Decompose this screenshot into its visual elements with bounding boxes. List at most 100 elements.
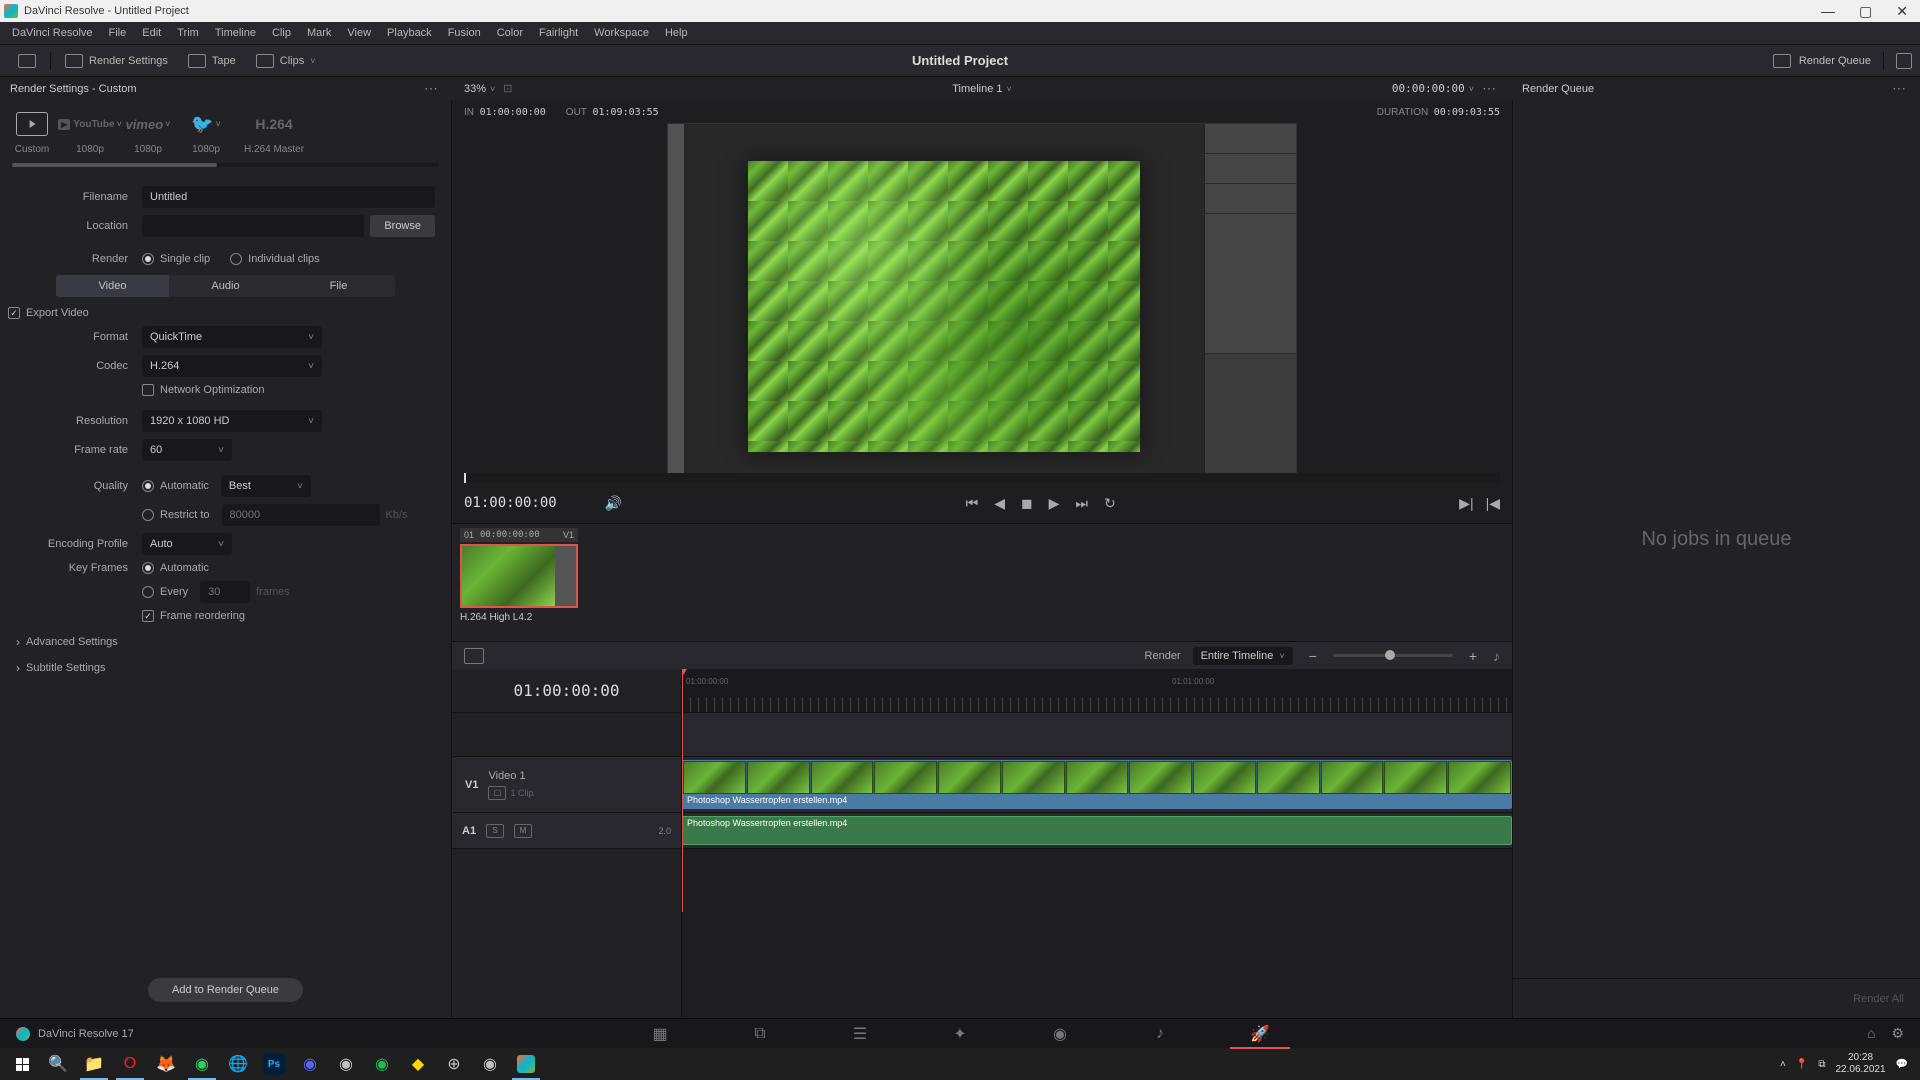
video-track-header[interactable]: V1 Video 1 ▢ 1 Clip xyxy=(452,757,681,813)
timeline-title-dropdown[interactable]: Timeline 1˅ xyxy=(952,83,1012,95)
system-clock[interactable]: 20:28 22.06.2021 xyxy=(1835,1052,1885,1076)
color-page-tab[interactable]: ◉ xyxy=(1040,1019,1080,1049)
opera-icon[interactable]: O xyxy=(112,1048,148,1080)
position-timecode[interactable]: 00:00:00:00 xyxy=(1392,82,1465,95)
codec-select[interactable]: H.264 xyxy=(142,355,322,377)
menu-item[interactable]: Timeline xyxy=(207,27,264,39)
settings-icon[interactable]: ⚙ xyxy=(1891,1025,1904,1042)
tape-button[interactable]: Tape xyxy=(178,50,246,72)
format-select[interactable]: QuickTime xyxy=(142,326,322,348)
viewer[interactable] xyxy=(452,124,1512,473)
fusion-page-tab[interactable]: ✦ xyxy=(940,1019,980,1049)
video-clip[interactable]: Photoshop Wassertropfen erstellen.mp4 xyxy=(682,760,1512,809)
menu-item[interactable]: DaVinci Resolve xyxy=(4,27,101,39)
menu-item[interactable]: Clip xyxy=(264,27,299,39)
menu-item[interactable]: Trim xyxy=(169,27,207,39)
go-to-start-button[interactable]: ⏮ xyxy=(966,495,979,512)
preset-youtube[interactable]: YouTube˅ 1080p xyxy=(70,110,110,155)
discord-icon[interactable]: ◉ xyxy=(292,1048,328,1080)
track-toggle-icon[interactable]: ▢ xyxy=(488,786,506,800)
home-icon[interactable]: ⌂ xyxy=(1867,1025,1875,1042)
audio-track-header[interactable]: A1 S M 2.0 xyxy=(452,813,681,849)
close-button[interactable]: ✕ xyxy=(1896,4,1908,18)
menu-item[interactable]: View xyxy=(339,27,379,39)
whatsapp-icon[interactable]: ◉ xyxy=(184,1048,220,1080)
render-queue-label[interactable]: Render Queue xyxy=(1799,55,1871,67)
zoom-out-button[interactable]: − xyxy=(1305,648,1321,664)
menu-item[interactable]: Edit xyxy=(134,27,169,39)
chrome-icon[interactable]: 🌐 xyxy=(220,1048,256,1080)
notifications-icon[interactable]: 💬 xyxy=(1896,1059,1908,1070)
mute-button[interactable]: M xyxy=(514,824,532,838)
quality-auto-radio[interactable] xyxy=(142,480,154,492)
quality-restrict-radio[interactable] xyxy=(142,509,154,521)
prev-clip-button[interactable]: |◀ xyxy=(1486,495,1500,512)
audio-track[interactable]: Photoshop Wassertropfen erstellen.mp4 xyxy=(682,813,1512,849)
viewer-options-icon[interactable]: ⋯ xyxy=(1478,80,1500,97)
browse-button[interactable]: Browse xyxy=(370,215,435,237)
timeline-timecode[interactable]: 01:00:00:00 xyxy=(452,669,681,713)
app-icon[interactable]: ◉ xyxy=(364,1048,400,1080)
tab-file[interactable]: File xyxy=(282,275,395,297)
menu-item[interactable]: Mark xyxy=(299,27,339,39)
edit-page-tab[interactable]: ☰ xyxy=(840,1019,880,1049)
subtitle-settings-toggle[interactable]: Subtitle Settings xyxy=(16,655,435,681)
menu-item[interactable]: Playback xyxy=(379,27,440,39)
app-icon[interactable]: ⊕ xyxy=(436,1048,472,1080)
menu-item[interactable]: Help xyxy=(657,27,696,39)
menu-item[interactable]: Workspace xyxy=(586,27,657,39)
transport-timecode[interactable]: 01:00:00:00 xyxy=(464,495,557,511)
expand-icon[interactable] xyxy=(1896,53,1912,69)
start-button[interactable] xyxy=(4,1048,40,1080)
filename-input[interactable] xyxy=(142,186,435,208)
app-icon[interactable]: ◆ xyxy=(400,1048,436,1080)
media-page-tab[interactable]: ▦ xyxy=(640,1019,680,1049)
step-back-button[interactable]: ◀ xyxy=(994,495,1005,512)
go-to-end-button[interactable]: ⏭ xyxy=(1075,495,1088,512)
obs-icon[interactable]: ◉ xyxy=(472,1048,508,1080)
preset-vimeo[interactable]: vimeo˅ 1080p xyxy=(128,110,168,155)
network-opt-checkbox[interactable] xyxy=(142,384,154,396)
menu-item[interactable]: Fusion xyxy=(440,27,489,39)
timeline-view-button[interactable] xyxy=(464,648,484,664)
tab-audio[interactable]: Audio xyxy=(169,275,282,297)
scrub-bar[interactable] xyxy=(464,473,1500,483)
menu-item[interactable]: File xyxy=(101,27,135,39)
preset-scrollbar[interactable] xyxy=(12,163,439,167)
zoom-slider[interactable] xyxy=(1333,654,1453,657)
resolve-taskbar-icon[interactable] xyxy=(508,1048,544,1080)
next-clip-button[interactable]: ▶| xyxy=(1459,495,1473,512)
frame-reordering-checkbox[interactable] xyxy=(142,610,154,622)
render-settings-button[interactable]: Render Settings xyxy=(55,50,178,72)
add-to-render-queue-button[interactable]: Add to Render Queue xyxy=(148,978,303,1002)
photoshop-icon[interactable]: Ps xyxy=(263,1053,285,1075)
quality-best-select[interactable]: Best xyxy=(221,475,311,497)
panel-options-icon[interactable]: ⋯ xyxy=(420,80,442,97)
firefox-icon[interactable]: 🦊 xyxy=(148,1048,184,1080)
fairlight-page-tab[interactable]: ♪ xyxy=(1140,1019,1180,1049)
solo-button[interactable]: S xyxy=(486,824,504,838)
tray-network-icon[interactable]: ⧉ xyxy=(1818,1059,1825,1070)
fit-icon[interactable]: ⊡ xyxy=(503,82,512,95)
framerate-select[interactable]: 60 xyxy=(142,439,232,461)
preset-twitter[interactable]: 🐦˅ 1080p xyxy=(186,110,226,155)
keyframes-auto-radio[interactable] xyxy=(142,562,154,574)
menu-item[interactable]: Fairlight xyxy=(531,27,586,39)
minimize-button[interactable]: — xyxy=(1821,4,1835,18)
video-track[interactable]: Photoshop Wassertropfen erstellen.mp4 xyxy=(682,757,1512,813)
tray-chevron-icon[interactable]: ˄ xyxy=(1780,1059,1786,1070)
timeline-ruler[interactable]: 01:00:00:00 01:01:00:00 01:05:18:00 xyxy=(682,669,1512,713)
queue-options-icon[interactable]: ⋯ xyxy=(1888,80,1910,97)
explorer-icon[interactable]: 📁 xyxy=(76,1048,112,1080)
audio-clip[interactable]: Photoshop Wassertropfen erstellen.mp4 xyxy=(682,816,1512,845)
zoom-dropdown[interactable]: 33%˅ xyxy=(464,83,495,95)
render-scope-select[interactable]: Entire Timeline xyxy=(1193,647,1293,665)
maximize-button[interactable]: ▢ xyxy=(1859,4,1872,18)
preset-h264[interactable]: H.264 H.264 Master xyxy=(244,110,304,155)
individual-clips-radio[interactable] xyxy=(230,253,242,265)
location-input[interactable] xyxy=(142,215,364,237)
steam-icon[interactable]: ◉ xyxy=(328,1048,364,1080)
clip-thumbnail[interactable]: 01 00:00:00:00 V1 H.264 High L4.2 xyxy=(460,528,578,637)
menu-item[interactable]: Color xyxy=(489,27,531,39)
clips-button[interactable]: Clips˅ xyxy=(246,50,326,72)
